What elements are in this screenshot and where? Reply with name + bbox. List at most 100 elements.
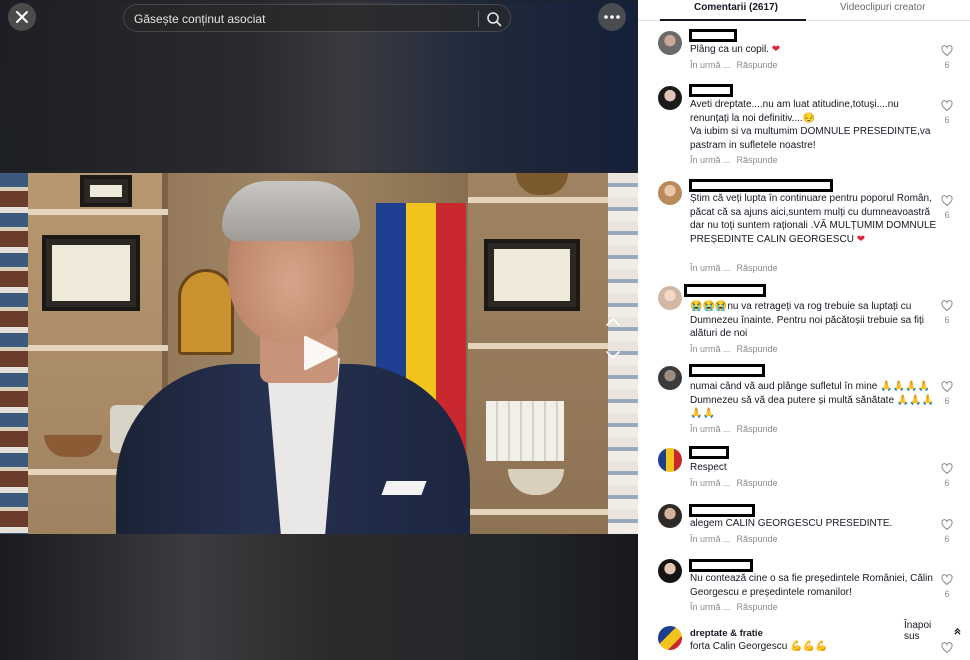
reply-link[interactable]: Răspunde (737, 534, 778, 544)
more-options-button[interactable] (598, 3, 626, 31)
like-button[interactable]: 6 (939, 574, 955, 599)
like-button[interactable]: 6 (939, 300, 955, 325)
avatar[interactable] (658, 626, 682, 650)
play-icon (304, 335, 338, 371)
like-count: 6 (944, 115, 950, 125)
like-button[interactable]: 6 (939, 381, 955, 406)
comment-meta: În urmă ... Răspunde (690, 478, 778, 488)
comment-text: Știm că veți lupta în continuare pentru … (690, 193, 937, 245)
username-redacted (689, 84, 733, 97)
heart-outline-icon (941, 574, 953, 586)
double-chevron-up-icon (954, 627, 961, 635)
heart-emoji: ❤ (856, 233, 866, 245)
search-input[interactable] (134, 10, 464, 28)
pocket-square (381, 481, 427, 495)
like-count: 6 (944, 478, 950, 488)
close-icon (16, 11, 28, 23)
avatar[interactable] (658, 181, 682, 205)
heart-outline-icon (941, 100, 953, 112)
comment-meta: În urmă ... Răspunde (690, 263, 778, 273)
heart-outline-icon (941, 463, 953, 475)
like-count: 6 (944, 396, 950, 406)
heart-emoji: ❤ (771, 44, 781, 55)
tab-comments[interactable]: Comentarii (2617) (694, 2, 778, 13)
tab-bar: Comentarii (2617) Videoclipuri creator (638, 0, 970, 21)
reply-link[interactable]: Răspunde (737, 602, 778, 612)
next-video-button[interactable] (600, 342, 626, 368)
username-redacted (684, 284, 766, 297)
avatar[interactable] (658, 286, 682, 310)
more-icon (604, 15, 620, 19)
heart-outline-icon (941, 642, 953, 654)
comment-meta: În urmă ... Răspunde (690, 344, 778, 354)
wooden-bowl (44, 435, 102, 457)
active-tab-indicator (660, 19, 806, 21)
chevron-up-icon (606, 318, 620, 326)
search-bar[interactable] (123, 4, 511, 32)
like-button[interactable]: 6 (939, 45, 955, 70)
comment-text: 😭😭😭nu va retrageți va rog trebuie sa lup… (690, 301, 925, 340)
comment-text: Respect (690, 462, 727, 473)
search-divider (478, 11, 479, 27)
like-count: 6 (944, 60, 950, 70)
tab-creator-videos[interactable]: Videoclipuri creator (840, 2, 925, 13)
brass-bowl (516, 173, 568, 195)
reply-link[interactable]: Răspunde (737, 424, 778, 434)
comment-meta: În urmă ... Răspunde (690, 534, 778, 544)
search-icon[interactable] (486, 11, 502, 27)
username-redacted (689, 504, 755, 517)
username-redacted (689, 179, 833, 192)
reply-link[interactable]: Răspunde (737, 344, 778, 354)
reply-link[interactable]: Răspunde (737, 60, 778, 70)
reply-link[interactable]: Răspunde (737, 155, 778, 165)
bookshelf-right (468, 173, 618, 534)
like-count: 6 (944, 315, 950, 325)
like-button[interactable]: 6 (939, 519, 955, 544)
reply-link[interactable]: Răspunde (737, 478, 778, 488)
comments-panel: Comentarii (2617) Videoclipuri creator P… (638, 0, 970, 660)
like-button[interactable]: 6 (939, 100, 955, 125)
comment-username[interactable]: dreptate & fratie (690, 628, 763, 639)
avatar[interactable] (658, 448, 682, 472)
books-row (486, 401, 564, 461)
back-to-top-button[interactable]: Înapoi sus (896, 620, 970, 642)
avatar[interactable] (658, 559, 682, 583)
heart-outline-icon (941, 381, 953, 393)
comment-text: forta Calin Georgescu 💪💪💪 (690, 641, 828, 652)
framed-diploma-right (484, 239, 580, 311)
comment-text: Plâng ca un copil. ❤ (690, 44, 781, 55)
play-button[interactable] (300, 332, 340, 374)
previous-video-button[interactable] (600, 309, 626, 335)
blurred-background-bottom (0, 534, 638, 660)
comment-meta: În urmă ... Răspunde (690, 155, 778, 165)
bookshelf-left-edge (0, 173, 28, 534)
comment-text: alegem CALIN GEORGESCU PRESEDINTE. (690, 518, 893, 529)
heart-outline-icon (941, 195, 953, 207)
comment-text: Aveti dreptate....nu am luat atitudine,t… (690, 99, 931, 151)
like-button[interactable]: 6 (939, 195, 955, 220)
avatar[interactable] (658, 366, 682, 390)
video-player[interactable] (0, 0, 638, 660)
comment-meta: În urmă ... Răspunde (690, 424, 778, 434)
username-redacted (689, 446, 729, 459)
reply-link[interactable]: Răspunde (737, 263, 778, 273)
ceramic-bowl (508, 469, 564, 495)
like-count: 6 (944, 210, 950, 220)
like-button[interactable]: 6 (939, 463, 955, 488)
speaker (116, 173, 470, 534)
username-redacted (689, 559, 753, 572)
comment-meta: În urmă ... Răspunde (690, 60, 778, 70)
back-to-top-label: Înapoi sus (904, 620, 932, 642)
like-button[interactable] (939, 642, 955, 654)
username-redacted (689, 364, 765, 377)
comment-meta: În urmă ... Răspunde (690, 602, 778, 612)
comment-text: numai când vă aud plânge sufletul în min… (690, 381, 935, 420)
like-count: 6 (944, 589, 950, 599)
heart-outline-icon (941, 300, 953, 312)
close-button[interactable] (8, 3, 36, 31)
avatar[interactable] (658, 86, 682, 110)
username-redacted (689, 29, 737, 42)
like-count: 6 (944, 534, 950, 544)
avatar[interactable] (658, 504, 682, 528)
avatar[interactable] (658, 31, 682, 55)
